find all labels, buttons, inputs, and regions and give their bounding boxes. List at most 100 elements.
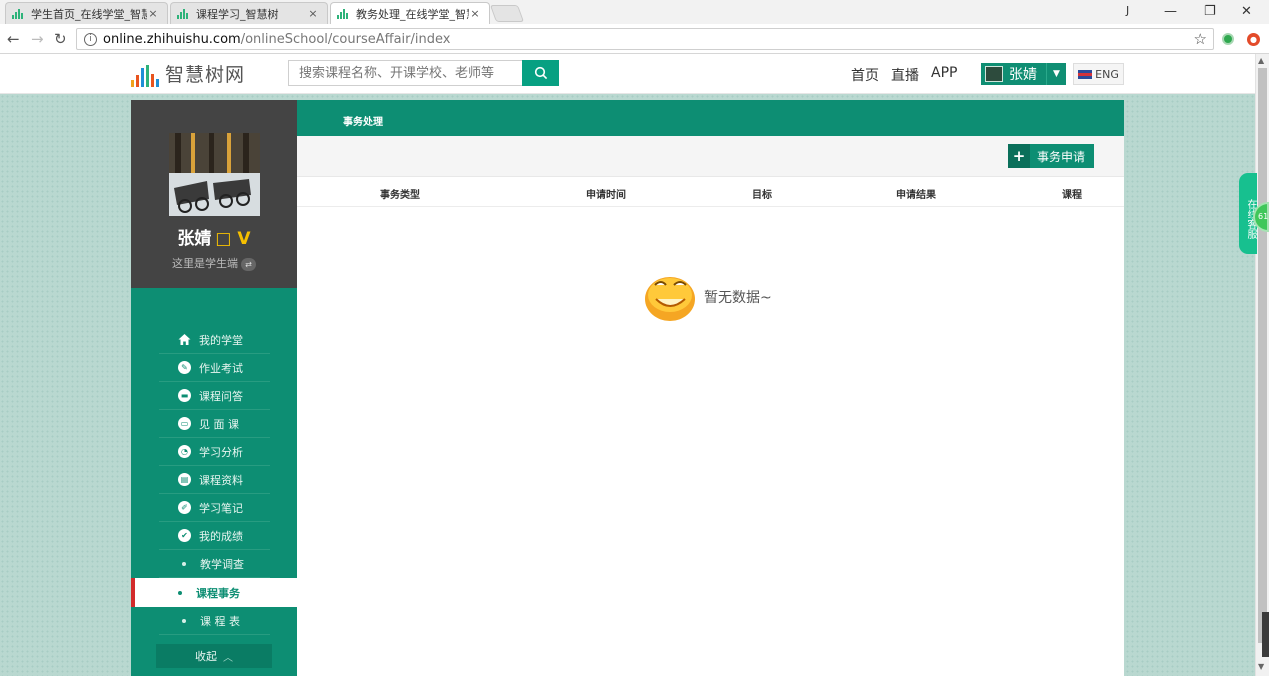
content-header: 事务处理 xyxy=(297,100,1124,136)
nav-app-link[interactable]: APP xyxy=(931,65,957,81)
sidebar-item-label: 见 面 课 xyxy=(199,417,239,431)
minimize-button[interactable]: — xyxy=(1164,4,1177,19)
uk-flag-icon xyxy=(1078,69,1093,79)
sidebar-item-label: 课程事务 xyxy=(196,586,240,600)
sidebar-item-course-affairs[interactable]: 课程事务 xyxy=(131,578,297,607)
profile-button[interactable]: J xyxy=(1126,4,1129,17)
nav-home-link[interactable]: 首页 xyxy=(851,65,879,85)
apply-affair-button[interactable]: + 事务申请 xyxy=(1008,144,1094,168)
sidebar-item-my-classroom[interactable]: 我的学堂 xyxy=(159,326,270,354)
zhihuishu-favicon xyxy=(337,8,351,19)
browser-toolbar: ← → ↻ i online.zhihuishu.com/onlineSchoo… xyxy=(0,24,1269,54)
sidebar-item-teaching-survey[interactable]: 教学调查 xyxy=(159,550,270,578)
sidebar-item-my-grades[interactable]: ✔ 我的成绩 xyxy=(159,522,270,550)
empty-state: 暂无数据~ xyxy=(643,271,772,323)
logo-text: 智慧树网 xyxy=(165,64,246,86)
sidebar-item-homework-exam[interactable]: ✎ 作业考试 xyxy=(159,354,270,382)
site-header: 智慧树网 首页 直播 APP 张婧 ▼ ENG xyxy=(0,54,1269,94)
analysis-icon: ◔ xyxy=(178,445,191,458)
url-path: /onlineSchool/courseAffair/index xyxy=(240,31,451,47)
reload-icon[interactable]: ↻ xyxy=(54,30,67,48)
chevron-up-icon: ︿ xyxy=(223,652,233,664)
browser-tab-course-affair[interactable]: 教务处理_在线学堂_智慧 × xyxy=(330,2,490,24)
role-text: 这里是学生端 xyxy=(172,257,238,270)
page-scrollbar[interactable]: ▲ ▼ xyxy=(1255,54,1269,676)
column-header-affair-type: 事务类型 xyxy=(380,190,420,201)
star-icon[interactable]: ☆ xyxy=(1194,30,1207,48)
sidebar-item-timetable[interactable]: 课 程 表 xyxy=(159,607,270,635)
extension-red-icon[interactable]: ● xyxy=(1247,33,1260,46)
home-icon xyxy=(178,333,191,346)
forward-icon[interactable]: → xyxy=(31,30,44,48)
scroll-up-icon[interactable]: ▲ xyxy=(1258,56,1264,65)
side-widget-edge xyxy=(1262,612,1269,657)
profile-name-text: 张婧 xyxy=(177,229,212,249)
plus-icon: + xyxy=(1008,144,1030,168)
search-input[interactable] xyxy=(288,60,523,86)
language-switch[interactable]: ENG xyxy=(1073,63,1124,85)
browser-tab-student-home[interactable]: 学生首页_在线学堂_智慧 × xyxy=(5,2,168,24)
window-close-button[interactable]: ✕ xyxy=(1241,4,1252,19)
main-content: 事务处理 + 事务申请 事务类型 申请时间 目标 申请结果 课程 暂无数据~ xyxy=(297,100,1124,676)
browser-tabstrip: 学生首页_在线学堂_智慧 × 课程学习_智慧树 × 教务处理_在线学堂_智慧 ×… xyxy=(0,0,1269,24)
avatar xyxy=(985,66,1003,82)
zhihuishu-favicon xyxy=(12,8,26,19)
search-button[interactable] xyxy=(522,60,559,86)
scrollbar-thumb[interactable] xyxy=(1258,68,1267,643)
sidebar-item-course-materials[interactable]: ▤ 课程资料 xyxy=(159,466,270,494)
dot-icon xyxy=(182,561,186,566)
close-icon[interactable]: × xyxy=(147,7,159,20)
sidebar-item-label: 作业考试 xyxy=(199,361,243,375)
caret-down-icon[interactable]: ▼ xyxy=(1046,63,1066,85)
browser-tab-course-study[interactable]: 课程学习_智慧树 × xyxy=(170,2,328,24)
pencil-icon: ✎ xyxy=(178,361,191,374)
profile-name: 张婧 □ V xyxy=(131,224,297,249)
collapse-button[interactable]: 收起 ︿ xyxy=(156,644,272,668)
sidebar-item-label: 课 程 表 xyxy=(200,614,240,628)
smiley-face-icon xyxy=(643,271,698,323)
sidebar-item-learning-analysis[interactable]: ◔ 学习分析 xyxy=(159,438,270,466)
restore-button[interactable]: ❐ xyxy=(1204,4,1216,19)
new-tab-button[interactable] xyxy=(489,5,525,22)
search-icon xyxy=(534,66,547,80)
user-menu-button[interactable]: 张婧 ▼ xyxy=(981,63,1066,85)
profile-role: 这里是学生端 ⇄ xyxy=(131,255,297,271)
sidebar-item-label: 课程问答 xyxy=(199,389,243,403)
sidebar-item-label: 课程资料 xyxy=(199,473,243,487)
content-toolbar: + 事务申请 xyxy=(297,136,1124,177)
address-bar[interactable]: i online.zhihuishu.com/onlineSchool/cour… xyxy=(76,28,1214,50)
materials-icon: ▤ xyxy=(178,473,191,486)
sidebar-item-label: 学习分析 xyxy=(199,445,243,459)
service-badge-count: 61 xyxy=(1258,212,1269,221)
sidebar-item-study-notes[interactable]: ✐ 学习笔记 xyxy=(159,494,270,522)
column-header-apply-time: 申请时间 xyxy=(586,190,626,201)
check-icon: ✔ xyxy=(178,529,191,542)
sidebar-item-course-qa[interactable]: ▬ 课程问答 xyxy=(159,382,270,410)
column-header-result: 申请结果 xyxy=(896,190,936,201)
tab-title: 课程学习_智慧树 xyxy=(196,7,279,21)
site-logo[interactable]: 智慧树网 xyxy=(131,60,245,87)
sidebar-item-label: 我的学堂 xyxy=(199,333,243,347)
vip-badge: □ V xyxy=(215,229,251,249)
profile-avatar[interactable] xyxy=(169,133,260,216)
empty-state-text: 暂无数据~ xyxy=(704,290,772,306)
zhihuishu-favicon xyxy=(177,8,191,19)
chat-icon: ▬ xyxy=(178,389,191,402)
column-header-course: 课程 xyxy=(1062,190,1082,201)
page-title: 事务处理 xyxy=(343,117,383,128)
sidebar-item-meeting-class[interactable]: ▭ 见 面 课 xyxy=(159,410,270,438)
sidebar-item-label: 学习笔记 xyxy=(199,501,243,515)
url-host: online.zhihuishu.com xyxy=(103,31,241,47)
tab-title: 教务处理_在线学堂_智慧 xyxy=(356,7,469,21)
user-name: 张婧 xyxy=(1009,67,1037,83)
apply-affair-label: 事务申请 xyxy=(1037,149,1086,164)
scroll-down-icon[interactable]: ▼ xyxy=(1258,662,1264,671)
switch-role-icon[interactable]: ⇄ xyxy=(241,257,256,271)
extension-green-icon[interactable] xyxy=(1222,33,1234,45)
info-icon[interactable]: i xyxy=(84,32,97,46)
close-icon[interactable]: × xyxy=(307,7,319,20)
dot-icon xyxy=(178,590,182,595)
close-icon[interactable]: × xyxy=(469,7,481,20)
nav-live-link[interactable]: 直播 xyxy=(891,65,919,85)
back-icon[interactable]: ← xyxy=(7,30,20,48)
